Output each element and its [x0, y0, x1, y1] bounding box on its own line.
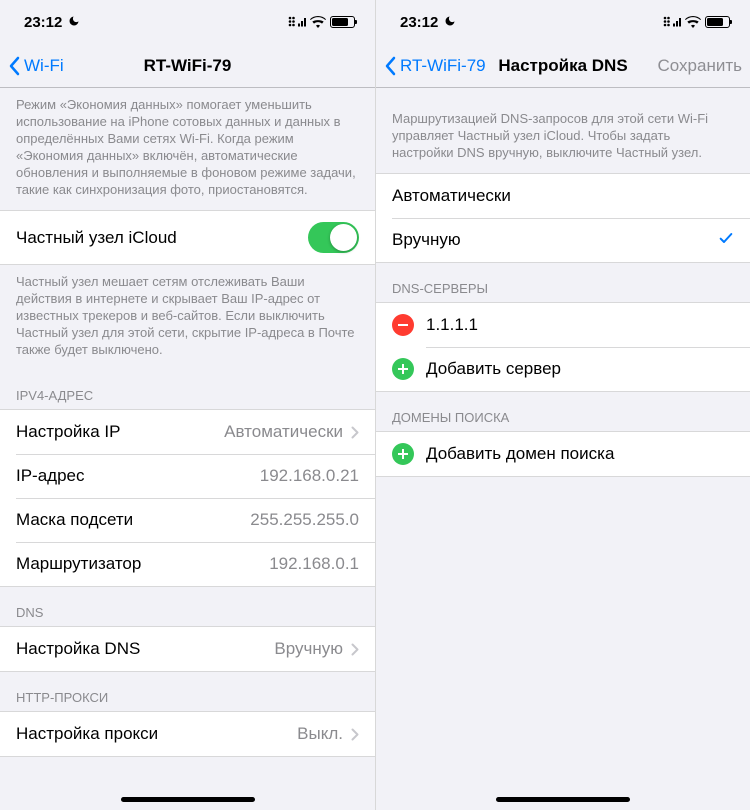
- status-bar: 23:12: [376, 0, 750, 44]
- dual-sim-icon: [288, 14, 306, 30]
- configure-proxy-row[interactable]: Настройка прокси Выкл.: [0, 712, 375, 756]
- add-icon[interactable]: [392, 443, 414, 465]
- wifi-icon: [310, 16, 326, 28]
- ip-address-row: IP-адрес 192.168.0.21: [0, 454, 375, 498]
- mode-auto-label: Автоматически: [392, 186, 734, 206]
- add-search-domain-row[interactable]: Добавить домен поиска: [376, 432, 750, 476]
- back-button[interactable]: RT-WiFi-79: [384, 56, 486, 76]
- router-row: Маршрутизатор 192.168.0.1: [0, 542, 375, 586]
- configure-dns-row[interactable]: Настройка DNS Вручную: [0, 627, 375, 671]
- private-relay-group: Частный узел iCloud: [0, 210, 375, 265]
- dns-header: DNS: [0, 587, 375, 626]
- proxy-group: Настройка прокси Выкл.: [0, 711, 375, 757]
- status-time: 23:12: [400, 14, 438, 31]
- private-relay-row[interactable]: Частный узел iCloud: [0, 211, 375, 264]
- battery-icon: [705, 16, 730, 28]
- add-server-row[interactable]: Добавить сервер: [376, 347, 750, 391]
- nav-bar: RT-WiFi-79 Настройка DNS Сохранить: [376, 44, 750, 88]
- mode-manual-row[interactable]: Вручную: [376, 218, 750, 262]
- chevron-right-icon: [351, 426, 359, 439]
- private-relay-footer: Частный узел мешает сетям отслеживать Ва…: [0, 265, 375, 370]
- ip-address-value: 192.168.0.21: [260, 466, 359, 486]
- settings-content[interactable]: Режим «Экономия данных» помогает уменьши…: [0, 88, 375, 810]
- dnd-moon-icon: [444, 15, 456, 30]
- nav-bar: Wi-Fi RT-WiFi-79: [0, 44, 375, 88]
- data-saver-footer: Режим «Экономия данных» помогает уменьши…: [0, 88, 375, 210]
- configure-ip-label: Настройка IP: [16, 422, 224, 442]
- subnet-mask-value: 255.255.255.0: [250, 510, 359, 530]
- phone-right: 23:12 RT-WiFi-79 Настройка DNS Сохранить…: [375, 0, 750, 810]
- remove-icon[interactable]: [392, 314, 414, 336]
- back-button[interactable]: Wi-Fi: [8, 56, 64, 76]
- configure-dns-value: Вручную: [274, 639, 343, 659]
- search-domains-group: Добавить домен поиска: [376, 431, 750, 477]
- dns-mode-group: Автоматически Вручную: [376, 173, 750, 263]
- ip-address-label: IP-адрес: [16, 466, 260, 486]
- proxy-header: HTTP-ПРОКСИ: [0, 672, 375, 711]
- subnet-mask-label: Маска подсети: [16, 510, 250, 530]
- chevron-right-icon: [351, 728, 359, 741]
- configure-dns-label: Настройка DNS: [16, 639, 274, 659]
- wifi-icon: [685, 16, 701, 28]
- search-domains-header: ДОМЕНЫ ПОИСКА: [376, 392, 750, 431]
- dns-server-row[interactable]: 1.1.1.1: [376, 303, 750, 347]
- dns-server-value: 1.1.1.1: [426, 315, 734, 335]
- subnet-mask-row: Маска подсети 255.255.255.0: [0, 498, 375, 542]
- battery-icon: [330, 16, 355, 28]
- mode-auto-row[interactable]: Автоматически: [376, 174, 750, 218]
- dns-settings-content[interactable]: Маршрутизацией DNS-запросов для этой сет…: [376, 88, 750, 810]
- ipv4-header: IPV4-АДРЕС: [0, 370, 375, 409]
- chevron-left-icon: [384, 56, 396, 76]
- dnd-moon-icon: [68, 15, 80, 30]
- private-relay-label: Частный узел iCloud: [16, 228, 308, 248]
- dns-servers-header: DNS-СЕРВЕРЫ: [376, 263, 750, 302]
- chevron-left-icon: [8, 56, 20, 76]
- router-label: Маршрутизатор: [16, 554, 269, 574]
- configure-proxy-label: Настройка прокси: [16, 724, 297, 744]
- checkmark-icon: [718, 230, 734, 251]
- dns-servers-group: 1.1.1.1 Добавить сервер: [376, 302, 750, 392]
- configure-ip-row[interactable]: Настройка IP Автоматически: [0, 410, 375, 454]
- mode-manual-label: Вручную: [392, 230, 718, 250]
- back-label: Wi-Fi: [24, 56, 64, 76]
- configure-ip-value: Автоматически: [224, 422, 343, 442]
- status-bar: 23:12: [0, 0, 375, 44]
- ipv4-group: Настройка IP Автоматически IP-адрес 192.…: [0, 409, 375, 587]
- status-time: 23:12: [24, 14, 62, 31]
- dns-info-text: Маршрутизацией DNS-запросов для этой сет…: [376, 88, 750, 173]
- save-button[interactable]: Сохранить: [658, 56, 742, 76]
- add-icon[interactable]: [392, 358, 414, 380]
- dns-group: Настройка DNS Вручную: [0, 626, 375, 672]
- private-relay-toggle[interactable]: [308, 222, 359, 253]
- home-indicator[interactable]: [121, 797, 255, 802]
- router-value: 192.168.0.1: [269, 554, 359, 574]
- chevron-right-icon: [351, 643, 359, 656]
- back-label: RT-WiFi-79: [400, 56, 486, 76]
- add-server-label: Добавить сервер: [426, 359, 734, 379]
- home-indicator[interactable]: [496, 797, 630, 802]
- phone-left: 23:12 Wi-Fi RT-WiFi-79 Режим «Экономия д…: [0, 0, 375, 810]
- dual-sim-icon: [663, 14, 681, 30]
- configure-proxy-value: Выкл.: [297, 724, 343, 744]
- add-search-domain-label: Добавить домен поиска: [426, 444, 734, 464]
